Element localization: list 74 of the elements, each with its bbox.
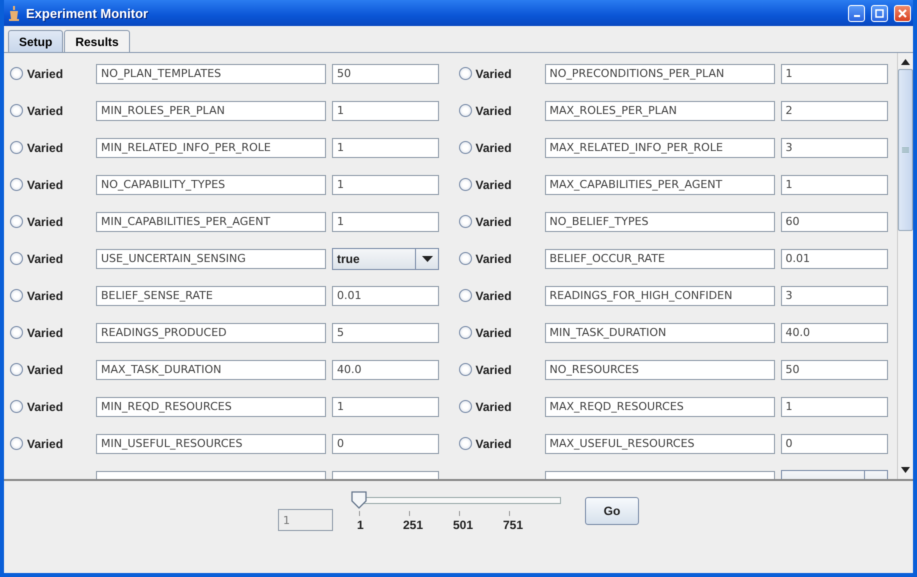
value-field[interactable]: 2 [780,100,888,120]
window-title: Experiment Monitor [26,6,150,20]
varied-label: Varied [27,400,64,414]
name-field[interactable]: NO_PLAN_TEMPLATES [96,64,326,84]
name-field[interactable]: USE_UNCERTAIN_SENSING [96,248,326,268]
value-field[interactable]: 5 [332,322,439,342]
varied-label: Varied [476,66,512,80]
varied-label: Varied [476,140,512,154]
name-field[interactable]: MIN_ROLES_PER_PLAN [96,100,326,120]
name-field[interactable]: MAX_RELATED_INFO_PER_ROLE [544,138,774,158]
value-field[interactable]: 1 [780,64,888,84]
value-field[interactable]: 0 [332,434,439,454]
tick-label: 251 [403,518,424,532]
name-field[interactable]: MIN_RELATED_INFO_PER_ROLE [96,138,326,158]
value-field[interactable]: 1 [332,396,439,416]
name-field[interactable]: MAX_USEFUL_RESOURCES [544,434,774,454]
value-field[interactable]: 50 [780,360,888,380]
varied-label: Varied [27,66,64,80]
varied-label: Varied [476,288,512,302]
value-field[interactable]: 1 [780,396,888,416]
name-field[interactable]: BELIEF_SENSE_RATE [96,286,326,306]
varied-label: Varied [476,252,512,266]
tick-label: 501 [453,518,474,532]
varied-label: Varied [27,178,64,192]
value-dropdown[interactable]: true [332,248,439,270]
varied-label: Varied [476,436,512,450]
varied-label: Varied [476,104,512,118]
varied-label: Varied [27,288,64,302]
varied-label: Varied [27,104,64,118]
tab[interactable]: Setup [8,30,64,52]
value-field[interactable]: 50 [332,64,439,84]
tick-label: 751 [503,518,524,532]
varied-label: Varied [476,362,512,376]
go-button[interactable]: Go [585,497,639,525]
value-field[interactable]: 1 [332,138,439,158]
value-field[interactable]: 3 [780,138,888,158]
name-field[interactable]: READINGS_FOR_HIGH_CONFIDEN [544,286,774,306]
name-field[interactable]: NO_PRECONDITIONS_PER_PLAN [544,64,774,84]
name-field[interactable]: MAX_ROLES_PER_PLAN [544,100,774,120]
name-field[interactable]: READINGS_PRODUCED [96,322,326,342]
value-field[interactable]: 1 [332,174,439,194]
value-field[interactable]: 60 [780,212,888,232]
name-field[interactable]: MAX_TASK_DURATION [96,360,326,380]
name-field[interactable]: MIN_USEFUL_RESOURCES [96,434,326,454]
value-field[interactable]: 0 [780,434,888,454]
varied-label: Varied [476,214,512,228]
value-field[interactable]: 1 [780,174,888,194]
name-field[interactable]: MIN_CAPABILITIES_PER_AGENT [96,212,326,232]
value-field[interactable]: 1 [332,100,439,120]
varied-label: Varied [27,252,64,266]
value-field[interactable]: 40.0 [780,322,888,342]
varied-label: Varied [476,400,512,414]
name-field[interactable]: NO_CAPABILITY_TYPES [96,174,326,194]
varied-label: Varied [27,140,64,154]
name-field[interactable]: MAX_REQD_RESOURCES [544,396,774,416]
name-field[interactable]: MIN_REQD_RESOURCES [96,396,326,416]
varied-label: Varied [27,362,64,376]
value-field[interactable]: 40.0 [332,360,439,380]
name-field[interactable]: MAX_CAPABILITIES_PER_AGENT [544,174,774,194]
value-field[interactable]: 3 [780,286,888,306]
varied-label: Varied [27,436,64,450]
varied-label: Varied [476,326,512,340]
tick-label: 1 [357,518,364,532]
value-field[interactable]: 1 [332,212,439,232]
name-field[interactable]: NO_BELIEF_TYPES [544,212,774,232]
name-field[interactable]: BELIEF_OCCUR_RATE [544,248,774,268]
tab[interactable]: Results [64,30,130,52]
varied-label: Varied [476,178,512,192]
value-field[interactable]: 0.01 [780,248,888,268]
name-field[interactable]: NO_RESOURCES [544,360,774,380]
name-field[interactable]: MIN_TASK_DURATION [544,322,774,342]
varied-label: Varied [27,214,64,228]
value-field[interactable]: 0.01 [332,286,439,306]
varied-label: Varied [27,326,64,340]
